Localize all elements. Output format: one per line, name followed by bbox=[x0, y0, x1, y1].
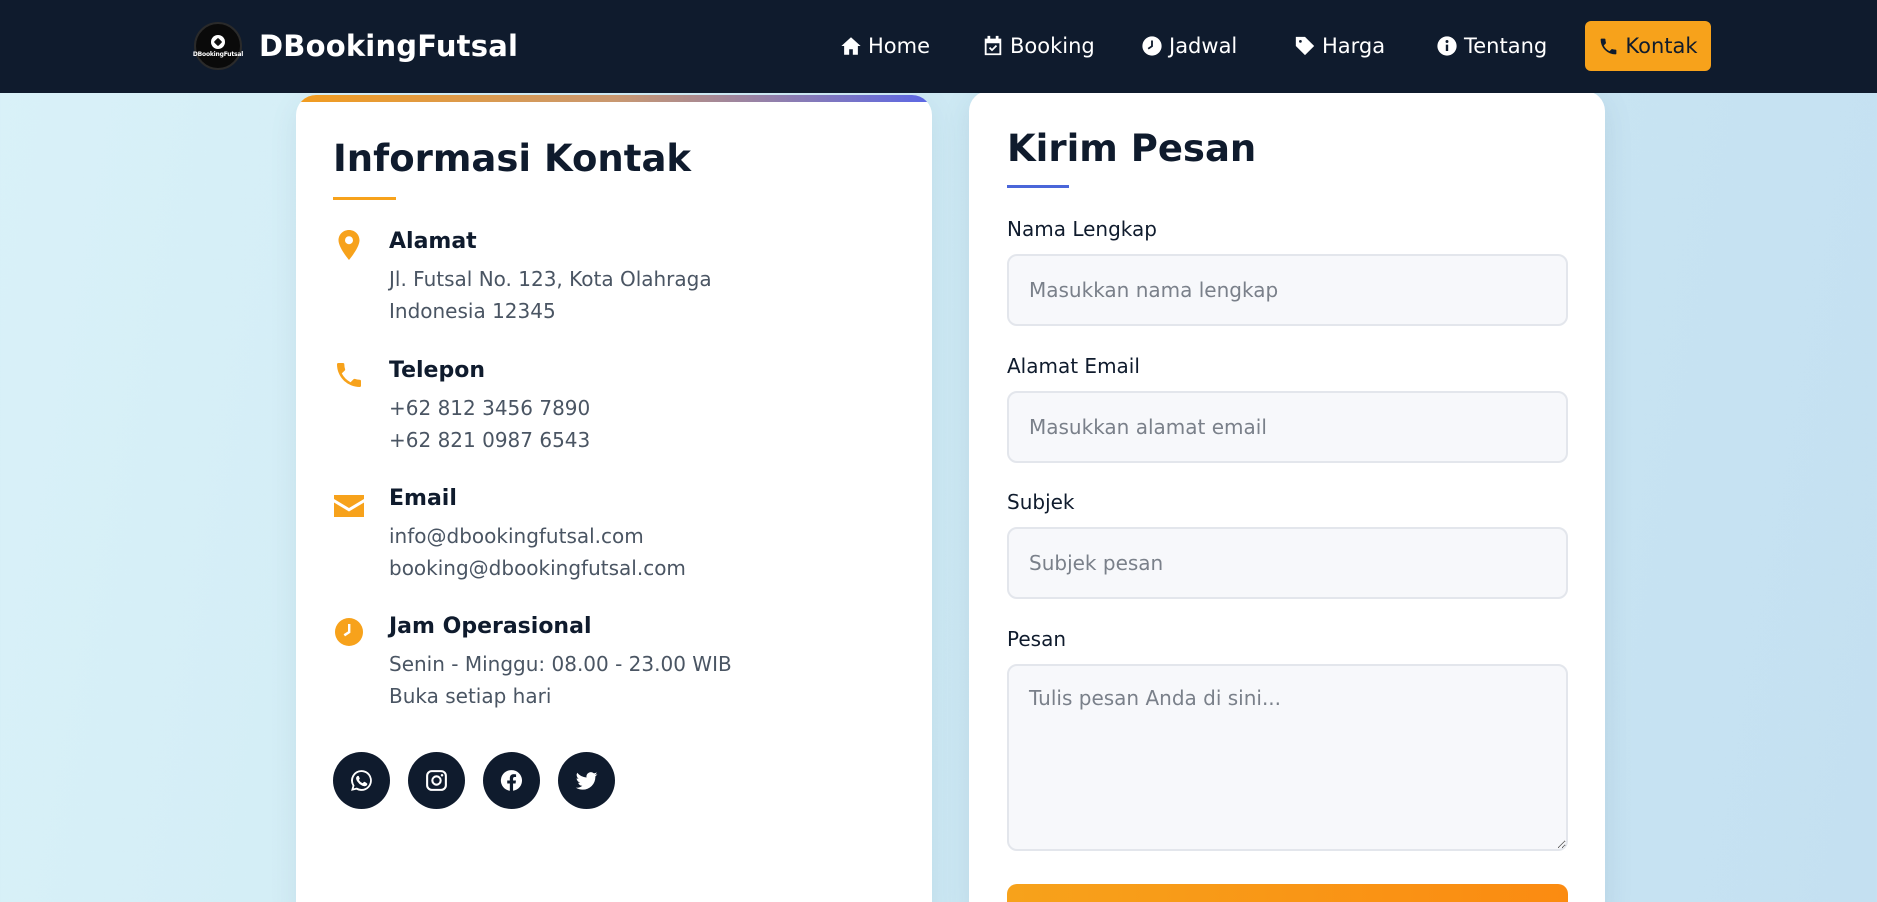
nav-jadwal[interactable]: Jadwal bbox=[1141, 30, 1237, 62]
email-input[interactable] bbox=[1007, 391, 1568, 463]
form-title: Kirim Pesan bbox=[1007, 127, 1257, 170]
facebook-button[interactable] bbox=[483, 752, 540, 809]
contact-info-card: Informasi Kontak Alamat Jl. Futsal No. 1… bbox=[296, 95, 932, 902]
nav-tentang[interactable]: Tentang bbox=[1436, 30, 1547, 62]
info-line: Buka setiap hari bbox=[389, 684, 552, 708]
nav-home-label: Home bbox=[868, 34, 931, 58]
nav-jadwal-label: Jadwal bbox=[1169, 34, 1238, 58]
clock-icon bbox=[1142, 36, 1162, 56]
nav-kontak-button[interactable]: Kontak bbox=[1585, 21, 1711, 71]
soccer-ball-icon bbox=[211, 34, 225, 49]
info-line: info@dbookingfutsal.com bbox=[389, 524, 644, 548]
message-form-card: Kirim Pesan Nama Lengkap Alamat Email Su… bbox=[969, 91, 1605, 902]
nav-booking[interactable]: Booking bbox=[982, 30, 1095, 62]
instagram-icon bbox=[426, 770, 447, 791]
nav-harga-label: Harga bbox=[1322, 34, 1386, 58]
social-links bbox=[333, 752, 633, 809]
info-heading: Jam Operasional bbox=[389, 614, 592, 639]
nav-tentang-label: Tentang bbox=[1464, 34, 1548, 58]
twitter-icon bbox=[575, 772, 598, 790]
phone-icon bbox=[333, 358, 365, 394]
card-accent-bar bbox=[296, 95, 932, 102]
nav-kontak-label: Kontak bbox=[1625, 34, 1698, 58]
info-line: +62 812 3456 7890 bbox=[389, 396, 591, 420]
contact-info-title: Informasi Kontak bbox=[333, 137, 692, 180]
brand-logo: DBookingFutsal bbox=[192, 22, 244, 70]
map-pin-icon bbox=[333, 229, 365, 265]
nama-label: Nama Lengkap bbox=[1007, 217, 1157, 241]
nav-booking-label: Booking bbox=[1010, 34, 1095, 58]
subjek-input[interactable] bbox=[1007, 527, 1568, 599]
facebook-icon bbox=[500, 770, 523, 791]
info-line: Jl. Futsal No. 123, Kota Olahraga bbox=[389, 267, 712, 291]
home-icon bbox=[841, 37, 861, 55]
info-heading: Email bbox=[389, 486, 457, 511]
subjek-label: Subjek bbox=[1007, 490, 1075, 514]
info-icon bbox=[1437, 36, 1457, 56]
whatsapp-icon bbox=[351, 770, 372, 791]
nav-home[interactable]: Home bbox=[840, 30, 930, 62]
info-line: Senin - Minggu: 08.00 - 23.00 WIB bbox=[389, 652, 732, 676]
phone-icon bbox=[1601, 38, 1617, 54]
info-heading: Alamat bbox=[389, 229, 477, 254]
calendar-icon bbox=[984, 35, 1002, 56]
pesan-textarea[interactable] bbox=[1007, 664, 1568, 851]
navbar: DBookingFutsal DBookingFutsal Home Booki… bbox=[0, 0, 1877, 93]
brand-name: DBookingFutsal bbox=[259, 29, 519, 63]
tag-icon bbox=[1295, 36, 1315, 56]
envelope-icon bbox=[333, 486, 365, 522]
pesan-label: Pesan bbox=[1007, 627, 1067, 651]
nama-input[interactable] bbox=[1007, 254, 1568, 326]
twitter-button[interactable] bbox=[558, 752, 615, 809]
info-line: Indonesia 12345 bbox=[389, 299, 556, 323]
title-underline bbox=[1007, 185, 1069, 188]
whatsapp-button[interactable] bbox=[333, 752, 390, 809]
submit-button[interactable] bbox=[1007, 884, 1568, 902]
nav-harga[interactable]: Harga bbox=[1294, 30, 1385, 62]
info-line: booking@dbookingfutsal.com bbox=[389, 556, 686, 580]
instagram-button[interactable] bbox=[408, 752, 465, 809]
title-underline bbox=[333, 197, 396, 200]
logo-text: DBookingFutsal bbox=[192, 50, 244, 58]
info-line: +62 821 0987 6543 bbox=[389, 428, 591, 452]
info-heading: Telepon bbox=[389, 358, 485, 383]
email-label: Alamat Email bbox=[1007, 354, 1140, 378]
brand[interactable]: DBookingFutsal DBookingFutsal bbox=[192, 22, 519, 70]
clock-icon bbox=[333, 614, 365, 650]
